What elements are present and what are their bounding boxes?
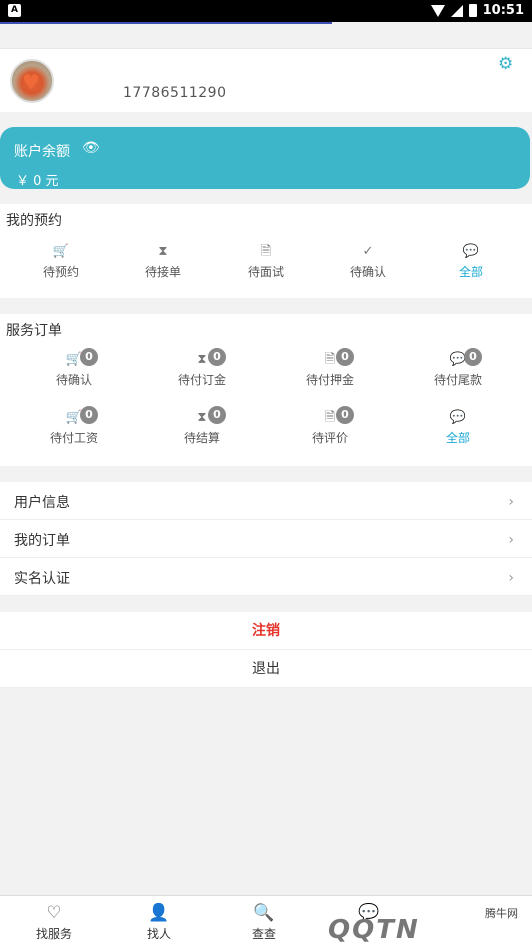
chevron-right-icon: › — [508, 570, 514, 586]
status-time: 10:51 — [482, 3, 524, 18]
balance-card[interactable]: 账户余额 👁 ￥ 0 元 — [0, 127, 530, 189]
cart-icon: 🛒 — [65, 352, 83, 367]
app-notification-icon: A — [8, 4, 21, 17]
document-icon: 🗎 — [260, 244, 272, 259]
item-label: 待确认 — [349, 265, 386, 279]
order-pending-guarantee[interactable]: 🗎 0 待付押金 — [280, 348, 380, 388]
user-phone: 17786511290 — [123, 85, 227, 101]
settings-list: 用户信息 › 我的订单 › 实名认证 › — [0, 482, 532, 596]
appointment-pending-confirm[interactable]: ✓ 待确认 — [318, 244, 418, 280]
heart-icon: ♡ — [46, 903, 62, 923]
order-all[interactable]: 💬 全部 — [408, 410, 508, 446]
item-label: 待确认 — [55, 373, 92, 387]
watermark: 腾牛网 QQTN — [328, 895, 528, 946]
status-bar: A 10:51 — [0, 0, 532, 22]
gear-icon[interactable]: ⚙ — [498, 56, 514, 73]
hourglass-icon: ⧗ — [197, 410, 207, 425]
loading-progress-bar — [0, 22, 332, 24]
battery-icon — [468, 4, 477, 17]
menu-label: 我的订单 — [14, 533, 70, 549]
order-pending-wages[interactable]: 🛒 0 待付工资 — [24, 406, 124, 446]
count-badge: 0 — [80, 348, 98, 366]
person-icon: 👤 — [148, 903, 170, 923]
logout-button[interactable]: 退出 — [0, 650, 532, 688]
tab-find-people[interactable]: 👤 找人 — [119, 903, 199, 942]
item-label: 待付订金 — [177, 373, 226, 387]
chat-icon: 💬 — [462, 244, 480, 259]
tab-find-service[interactable]: ♡ 找服务 — [14, 903, 94, 942]
document-icon: 🗎 — [324, 410, 336, 425]
menu-my-orders[interactable]: 我的订单 › — [0, 520, 532, 558]
order-pending-settlement[interactable]: ⧗ 0 待结算 — [152, 406, 252, 446]
item-label: 待付工资 — [49, 431, 98, 445]
signal-icon — [450, 4, 463, 17]
count-badge: 0 — [208, 406, 226, 424]
appointment-pending-book[interactable]: 🛒 待预约 — [11, 244, 111, 280]
chevron-right-icon: › — [508, 494, 514, 510]
heart-icon: ♥ — [22, 70, 40, 94]
avatar[interactable]: ♥ — [10, 59, 54, 103]
tab-check[interactable]: 🔍 查查 — [224, 903, 304, 942]
section-title: 服务订单 — [6, 323, 62, 339]
menu-label: 用户信息 — [14, 495, 70, 511]
deregister-button[interactable]: 注销 — [0, 612, 532, 650]
hourglass-icon: ⧗ — [158, 244, 168, 259]
count-badge: 0 — [336, 348, 354, 366]
cart-icon: 🛒 — [65, 410, 83, 425]
item-label: 待接单 — [144, 265, 181, 279]
count-badge: 0 — [336, 406, 354, 424]
check-icon: ✓ — [362, 244, 374, 259]
tab-label: 找服务 — [35, 927, 72, 941]
section-title: 我的预约 — [6, 213, 62, 229]
watermark-logo: QQTN — [328, 915, 420, 945]
profile-header: ♥ 17786511290 ⚙ — [0, 48, 532, 112]
tab-label: 查查 — [251, 927, 276, 941]
balance-label: 账户余额 — [14, 144, 70, 160]
watermark-text: 腾牛网 — [485, 907, 518, 920]
item-label: 全部 — [458, 265, 483, 279]
appointments-section: 我的预约 🛒 待预约 ⧗ 待接单 🗎 待面试 ✓ 待确认 💬 全部 — [0, 204, 532, 298]
item-label: 待预约 — [42, 265, 79, 279]
count-badge: 0 — [208, 348, 226, 366]
menu-real-name-auth[interactable]: 实名认证 › — [0, 558, 532, 596]
hourglass-icon: ⧗ — [197, 352, 207, 367]
item-label: 待面试 — [247, 265, 284, 279]
item-label: 待评价 — [311, 431, 348, 445]
wifi-icon — [430, 4, 445, 17]
item-label: 全部 — [445, 431, 470, 445]
cart-icon: 🛒 — [52, 244, 70, 259]
item-label: 待付押金 — [305, 373, 354, 387]
appointment-pending-interview[interactable]: 🗎 待面试 — [216, 244, 316, 280]
order-pending-final-payment[interactable]: 💬 0 待付尾款 — [408, 348, 508, 388]
order-pending-deposit[interactable]: ⧗ 0 待付订金 — [152, 348, 252, 388]
order-pending-review[interactable]: 🗎 0 待评价 — [280, 406, 380, 446]
tab-label: 找人 — [146, 927, 171, 941]
order-pending-confirm[interactable]: 🛒 0 待确认 — [24, 348, 124, 388]
item-label: 待付尾款 — [433, 373, 482, 387]
count-badge: 0 — [464, 348, 482, 366]
service-orders-section: 服务订单 🛒 0 待确认 ⧗ 0 待付订金 🗎 0 待付押金 💬 0 待付尾款 … — [0, 314, 532, 466]
menu-user-info[interactable]: 用户信息 › — [0, 482, 532, 520]
chat-icon: 💬 — [449, 352, 467, 367]
chat-icon: 💬 — [449, 410, 467, 425]
appointment-all[interactable]: 💬 全部 — [421, 244, 521, 280]
balance-amount: ￥ 0 元 — [16, 174, 59, 189]
document-icon: 🗎 — [324, 352, 336, 367]
search-document-icon: 🔍 — [253, 903, 275, 923]
item-label: 待结算 — [183, 431, 220, 445]
count-badge: 0 — [80, 406, 98, 424]
appointment-pending-accept[interactable]: ⧗ 待接单 — [113, 244, 213, 280]
chevron-right-icon: › — [508, 532, 514, 548]
eye-icon[interactable]: 👁 — [82, 140, 100, 156]
menu-label: 实名认证 — [14, 571, 70, 587]
account-actions: 注销 退出 — [0, 612, 532, 688]
